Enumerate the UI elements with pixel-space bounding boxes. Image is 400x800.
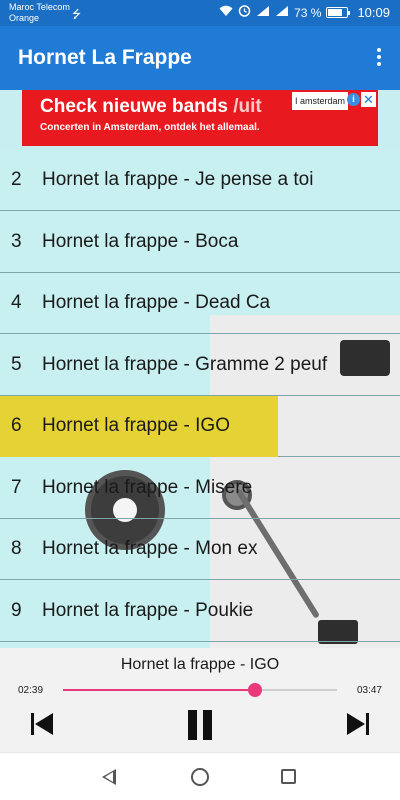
track-row[interactable]: 8 Hornet la frappe - Mon ex <box>0 519 400 580</box>
seek-progress <box>63 689 255 691</box>
home-icon[interactable] <box>191 768 209 786</box>
total-time: 03:47 <box>356 685 382 696</box>
ad-close-icon[interactable]: ✕ <box>361 92 376 107</box>
track-row[interactable]: 2 Hornet la frappe - Je pense a toi <box>0 150 400 211</box>
track-title: Hornet la frappe - Je pense a toi <box>42 169 314 190</box>
battery-level <box>328 9 342 16</box>
track-number: 2 <box>11 169 22 190</box>
seek-thumb[interactable] <box>247 683 262 697</box>
more-vert-icon[interactable] <box>376 48 382 68</box>
track-row[interactable]: 7 Hornet la frappe - Misere <box>0 458 400 519</box>
wifi-icon <box>219 5 233 21</box>
carrier-name: Maroc Telecom <box>9 2 70 12</box>
pause-icon[interactable] <box>186 710 214 740</box>
ad-headline: Check nieuwe bands /uit <box>40 96 262 118</box>
track-row[interactable]: 5 Hornet la frappe - Gramme 2 peuf <box>0 335 400 396</box>
ad-headline-text: Check nieuwe bands <box>40 96 234 117</box>
alarm-icon <box>238 4 251 21</box>
carrier-info: Maroc Telecom Orange <box>9 2 70 24</box>
elapsed-time: 02:39 <box>18 685 44 696</box>
skip-previous-icon[interactable] <box>28 710 56 738</box>
status-icons: 73 % 10:09 <box>219 4 390 21</box>
track-title: Hornet la frappe - Boca <box>42 230 239 252</box>
track-row[interactable]: 4 Hornet la frappe - Dead Ca <box>0 273 400 334</box>
track-number: 6 <box>11 415 22 436</box>
ad-info-icon[interactable]: i <box>347 93 360 106</box>
track-number: 5 <box>11 353 22 375</box>
track-row[interactable]: 9 Hornet la frappe - Poukie <box>0 581 400 642</box>
track-number: 9 <box>11 599 22 621</box>
ad-headline-accent: /uit <box>233 96 262 117</box>
track-title: Hornet la frappe - Dead Ca <box>42 292 271 313</box>
track-title: Hornet la frappe - Gramme 2 peuf <box>42 353 328 375</box>
track-row[interactable]: 3 Hornet la frappe - Boca <box>0 212 400 273</box>
status-bar: Maroc Telecom Orange ⭍ 73 % 10:09 <box>0 0 400 26</box>
carrier-secondary: Orange <box>9 13 40 23</box>
ad-brand: I amsterdam <box>292 92 348 110</box>
now-playing-title: Hornet la frappe - IGO <box>120 656 280 673</box>
skip-next-icon[interactable] <box>344 710 372 738</box>
track-number: 4 <box>11 292 22 313</box>
system-nav-bar <box>0 752 400 800</box>
clock: 10:09 <box>357 5 390 20</box>
track-list[interactable]: 2 Hornet la frappe - Je pense a toi 3 Horne… <box>0 150 400 648</box>
usb-icon: ⭍ <box>72 9 82 21</box>
signal-3g-icon <box>256 5 270 21</box>
seek-bar[interactable] <box>63 683 337 697</box>
player-bar: Hornet la frappe - IGO 02:39 03:47 <box>0 648 400 752</box>
track-title: Hornet la frappe - Poukie <box>42 599 254 621</box>
recents-icon[interactable] <box>281 769 296 784</box>
track-title: Hornet la frappe - Misere <box>42 476 253 498</box>
back-icon[interactable] <box>102 769 116 785</box>
track-number: 8 <box>11 538 22 559</box>
app-bar: Hornet La Frappe <box>0 26 400 90</box>
track-title: Hornet la frappe - IGO <box>42 415 230 436</box>
track-number: 7 <box>11 476 22 498</box>
battery-percent: 73 % <box>294 5 322 20</box>
track-row[interactable]: 6 Hornet la frappe - IGO <box>0 396 400 457</box>
track-title: Hornet la frappe - Mon ex <box>42 538 258 559</box>
signal-icon <box>275 5 289 21</box>
track-number: 3 <box>11 230 22 252</box>
ad-subline: Concerten in Amsterdam, ontdek het allem… <box>40 122 260 133</box>
ad-banner[interactable]: Check nieuwe bands /uit Concerten in Ams… <box>22 90 378 146</box>
battery-icon <box>326 7 351 18</box>
app-title: Hornet La Frappe <box>18 46 192 69</box>
